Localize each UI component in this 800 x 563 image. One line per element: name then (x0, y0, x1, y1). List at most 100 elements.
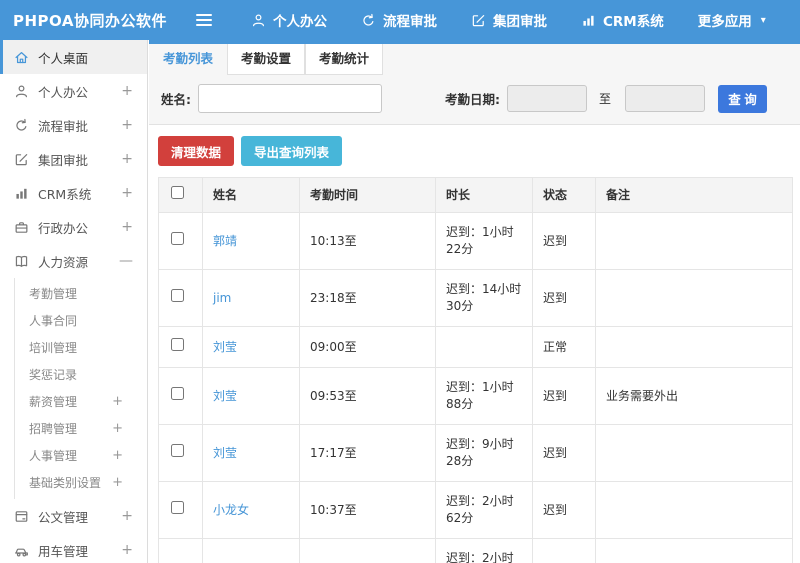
employee-name-link[interactable]: 郭靖 (213, 234, 237, 248)
sidebar-item-4[interactable]: CRM系统 + (0, 176, 147, 210)
row-checkbox[interactable] (171, 501, 184, 514)
search-button[interactable]: 查 询 (718, 84, 768, 113)
sidebar-subitem-5[interactable]: 招聘管理 + (15, 415, 147, 442)
filter-bar: 姓名: 考勤日期: 至 查 询 (149, 75, 800, 124)
attendance-time-cell: 10:37至 (299, 481, 436, 539)
clean-data-button[interactable]: 清理数据 (158, 136, 235, 166)
employee-name-link[interactable]: 刘莹 (213, 389, 237, 403)
employee-name-link[interactable]: 刘莹 (213, 340, 237, 354)
topnav-label: 流程审批 (383, 14, 437, 30)
sidebar-subitem-3[interactable]: 奖惩记录 (15, 361, 147, 388)
duration-cell: 迟到：2小时62分 (435, 481, 533, 539)
export-list-button[interactable]: 导出查询列表 (241, 136, 343, 166)
sidebar-item-7[interactable]: 公文管理 + (0, 499, 147, 533)
tab-1[interactable]: 考勤设置 (227, 44, 305, 75)
sidebar-subitem-label: 招聘管理 (29, 422, 78, 436)
duration-cell: 迟到：1小时22分 (435, 212, 533, 270)
chart-icon (13, 186, 29, 201)
date-from-input[interactable] (507, 85, 587, 112)
sidebar-subitem-label: 薪资管理 (29, 395, 78, 409)
table-header-row: 姓名 考勤时间 时长 状态 备注 (158, 177, 793, 213)
sidebar-subitem-6[interactable]: 人事管理 + (15, 442, 147, 469)
table-row: jim 23:18至 迟到：14小时30分 迟到 (158, 269, 793, 327)
expand-icon[interactable]: + (112, 421, 123, 436)
top-bar: PHPOA协同办公软件 个人办公 流程审批 集团审批 CRM系统 更多应用 ▾ (0, 0, 800, 40)
expand-icon[interactable]: + (121, 542, 133, 558)
topnav-label: 集团审批 (493, 14, 547, 30)
action-row: 清理数据 导出查询列表 (158, 136, 793, 166)
top-nav: 个人办公 流程审批 集团审批 CRM系统 更多应用 ▾ (234, 0, 783, 40)
user-icon (13, 84, 29, 99)
table-row: 郭靖 10:13至 迟到：1小时22分 迟到 (158, 212, 793, 270)
menu-toggle-icon[interactable] (196, 14, 212, 26)
topnav-label: 更多应用 (697, 14, 752, 30)
tab-2[interactable]: 考勤统计 (305, 44, 383, 75)
collapse-icon[interactable]: — (119, 253, 133, 269)
sidebar-item-label: 用车管理 (38, 543, 89, 559)
expand-icon[interactable]: + (121, 117, 133, 133)
employee-name-link[interactable]: jim (213, 291, 231, 305)
expand-icon[interactable]: + (121, 151, 133, 167)
sidebar-item-6[interactable]: 人力资源 — (0, 244, 147, 278)
sidebar-item-5[interactable]: 行政办公 + (0, 210, 147, 244)
sidebar-subitem-7[interactable]: 基础类别设置 + (15, 469, 147, 496)
select-all-checkbox[interactable] (171, 186, 184, 199)
topnav-item-1[interactable]: 流程审批 (344, 0, 454, 40)
row-checkbox[interactable] (171, 289, 184, 302)
sidebar-item-3[interactable]: 集团审批 + (0, 142, 147, 176)
workflow-icon (13, 118, 29, 133)
panel-top: 考勤列表 考勤设置 考勤统计 姓名: 考勤日期: 至 查 询 (149, 44, 800, 125)
row-checkbox[interactable] (171, 232, 184, 245)
date-to-input[interactable] (625, 85, 706, 112)
expand-icon[interactable]: + (121, 83, 133, 99)
caret-down-icon: ▾ (760, 14, 766, 26)
expand-icon[interactable]: + (112, 475, 123, 490)
topnav-label: 个人办公 (273, 14, 327, 30)
topnav-item-4[interactable]: 更多应用 ▾ (681, 0, 783, 40)
duration-cell: 迟到：1小时88分 (435, 367, 533, 425)
sidebar-subitem-1[interactable]: 人事合同 (15, 307, 147, 334)
employee-name-link[interactable]: 刘莹 (213, 446, 237, 460)
sidebar-item-0[interactable]: 个人桌面 (0, 40, 147, 74)
status-cell: 正常 (532, 326, 596, 368)
sidebar-subitem-0[interactable]: 考勤管理 (15, 280, 147, 307)
attendance-time-cell: 09:00至 (299, 326, 436, 368)
employee-name-link[interactable]: 小龙女 (213, 503, 249, 517)
note-cell (595, 212, 793, 270)
expand-icon[interactable]: + (121, 185, 133, 201)
sidebar-item-8[interactable]: 用车管理 + (0, 533, 147, 563)
table-row: 刘莹 09:00至 正常 (158, 326, 793, 368)
sidebar-subitem-label: 奖惩记录 (29, 368, 78, 382)
status-cell: 迟到 (532, 424, 596, 482)
sidebar-item-label: 公文管理 (38, 509, 89, 525)
sidebar-subitem-4[interactable]: 薪资管理 + (15, 388, 147, 415)
sidebar-item-2[interactable]: 流程审批 + (0, 108, 147, 142)
row-checkbox[interactable] (171, 387, 184, 400)
table-row: 管理员10:54至10:54迟到：2小时90分早退：7小时10分迟到/早退111… (158, 538, 793, 563)
sidebar-subitem-label: 人事合同 (29, 314, 78, 328)
topnav-item-2[interactable]: 集团审批 (454, 0, 564, 40)
sidebar-subitem-label: 考勤管理 (29, 287, 78, 301)
topnav-item-3[interactable]: CRM系统 (564, 0, 681, 40)
col-header-duration: 时长 (435, 177, 533, 213)
expand-icon[interactable]: + (112, 394, 123, 409)
home-icon (13, 50, 29, 65)
sidebar-subitem-label: 基础类别设置 (29, 476, 102, 490)
topnav-item-0[interactable]: 个人办公 (234, 0, 344, 40)
name-filter-input[interactable] (198, 84, 382, 113)
sidebar-item-1[interactable]: 个人办公 + (0, 74, 147, 108)
expand-icon[interactable]: + (121, 508, 133, 524)
tab-0[interactable]: 考勤列表 (149, 44, 227, 75)
row-checkbox[interactable] (171, 338, 184, 351)
expand-icon[interactable]: + (121, 219, 133, 235)
duration-cell (435, 326, 533, 368)
table-row: 刘莹 09:53至 迟到：1小时88分 迟到 业务需要外出 (158, 367, 793, 425)
note-cell (595, 326, 793, 368)
workflow-icon (361, 13, 376, 28)
note-cell: 业务需要外出 (595, 367, 793, 425)
sidebar-subitem-2[interactable]: 培训管理 (15, 334, 147, 361)
row-checkbox[interactable] (171, 444, 184, 457)
expand-icon[interactable]: + (112, 448, 123, 463)
status-cell: 迟到 (532, 367, 596, 425)
col-header-time: 考勤时间 (299, 177, 436, 213)
